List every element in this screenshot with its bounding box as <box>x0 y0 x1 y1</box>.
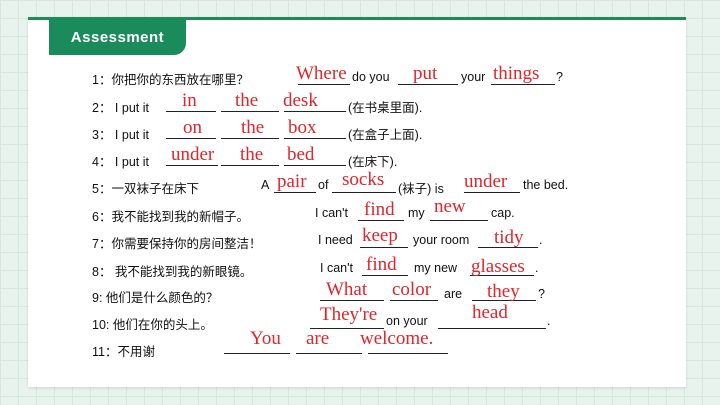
answer-blank[interactable] <box>360 247 408 248</box>
answer-text: head <box>472 302 508 323</box>
answer-blank[interactable] <box>296 353 362 354</box>
sentence-text: . <box>539 233 543 247</box>
answer-text: under <box>171 144 215 165</box>
sentence-text: on your <box>386 314 428 328</box>
answer-text: color <box>392 279 432 300</box>
sentence-text: your <box>461 70 486 84</box>
answer-text: tidy <box>494 227 524 248</box>
sentence-text: your room <box>413 233 470 247</box>
answer-blank[interactable] <box>284 111 346 112</box>
answer-text: find <box>364 199 395 220</box>
answer-text: glasses <box>471 256 525 277</box>
answer-blank[interactable] <box>430 220 488 221</box>
sentence-text: are <box>444 287 463 301</box>
sentence-text: (袜子) is <box>398 182 444 196</box>
answer-text: box <box>288 117 317 138</box>
sentence-text: I can't <box>320 261 353 275</box>
answer-text: new <box>434 196 466 217</box>
sentence-text: I need <box>318 233 353 247</box>
sentence-text: (在盒子上面). <box>348 128 423 142</box>
sentence-text: my <box>408 206 425 220</box>
answer-blank[interactable] <box>298 84 350 85</box>
answer-text: on <box>183 117 202 138</box>
answer-text: desk <box>283 90 318 111</box>
question-prompt: 11：不用谢 <box>92 345 155 359</box>
answer-blank[interactable] <box>284 165 346 166</box>
question-prompt: 5：一双袜子在床下 <box>92 182 199 196</box>
sentence-text: . <box>535 261 539 275</box>
question-prompt: 8： 我不能找到我的新眼镜。 <box>92 265 253 279</box>
answer-blank[interactable] <box>221 111 279 112</box>
sentence-text: my new <box>414 261 458 275</box>
sentence-text: ? <box>556 70 563 84</box>
sentence-text: A <box>261 178 270 192</box>
answer-text: find <box>366 254 397 275</box>
answer-text: in <box>182 90 197 111</box>
sentence-text: (在床下). <box>348 155 398 169</box>
sentence-text: the bed. <box>523 178 569 192</box>
answer-text: pair <box>277 171 307 192</box>
answer-text: are <box>306 328 330 349</box>
answer-blank[interactable] <box>320 300 384 301</box>
answer-text: You <box>250 328 281 349</box>
answer-text: What <box>326 279 368 300</box>
sentence-text: do you <box>352 70 390 84</box>
answer-blank[interactable] <box>464 192 520 193</box>
answer-text: socks <box>342 169 385 190</box>
question-prompt: 4： I put it <box>92 155 149 169</box>
answer-text: bed <box>287 144 315 165</box>
question-prompt: 6：我不能找到我的新帽子。 <box>92 210 249 224</box>
answer-text: Where <box>296 63 347 84</box>
sentence-text: (在书桌里面). <box>348 101 423 115</box>
section-title: Assessment <box>49 19 186 55</box>
answer-blank[interactable] <box>398 84 458 85</box>
answer-text: the <box>235 90 259 111</box>
answer-blank[interactable] <box>274 192 316 193</box>
answer-text: keep <box>362 225 398 246</box>
answer-blank[interactable] <box>332 192 396 193</box>
sentence-text: ? <box>538 287 545 301</box>
answer-blank[interactable] <box>221 138 279 139</box>
answer-text: the <box>240 144 264 165</box>
answer-text: the <box>241 117 265 138</box>
answer-blank[interactable] <box>166 138 216 139</box>
question-prompt: 9: 他们是什么颜色的？ <box>92 291 219 305</box>
answer-blank[interactable] <box>358 220 404 221</box>
answer-blank[interactable] <box>491 84 555 85</box>
answer-blank[interactable] <box>368 353 448 354</box>
answer-blank[interactable] <box>362 275 408 276</box>
answer-text: things <box>493 63 540 84</box>
sentence-text: I can't <box>315 206 348 220</box>
sentence-text: of <box>318 178 329 192</box>
question-prompt: 7：你需要保持你的房间整洁！ <box>92 237 262 251</box>
answer-text: welcome. <box>360 328 434 349</box>
answer-blank[interactable] <box>221 165 279 166</box>
answer-text: under <box>464 171 508 192</box>
question-prompt: 3： I put it <box>92 128 149 142</box>
answer-blank[interactable] <box>166 111 216 112</box>
answer-text: They're <box>320 304 378 325</box>
answer-blank[interactable] <box>438 328 546 329</box>
sentence-text: . <box>547 314 551 328</box>
answer-blank[interactable] <box>224 353 290 354</box>
answer-blank[interactable] <box>166 165 218 166</box>
answer-text: they <box>487 281 520 302</box>
answer-blank[interactable] <box>284 138 346 139</box>
answer-text: put <box>413 63 438 84</box>
answer-blank[interactable] <box>390 300 438 301</box>
question-prompt: 10: 他们在你的头上。 <box>92 318 213 332</box>
sentence-text: cap. <box>491 206 515 220</box>
question-prompt: 1：你把你的东西放在哪里？ <box>92 73 249 87</box>
question-prompt: 2： I put it <box>92 101 149 115</box>
